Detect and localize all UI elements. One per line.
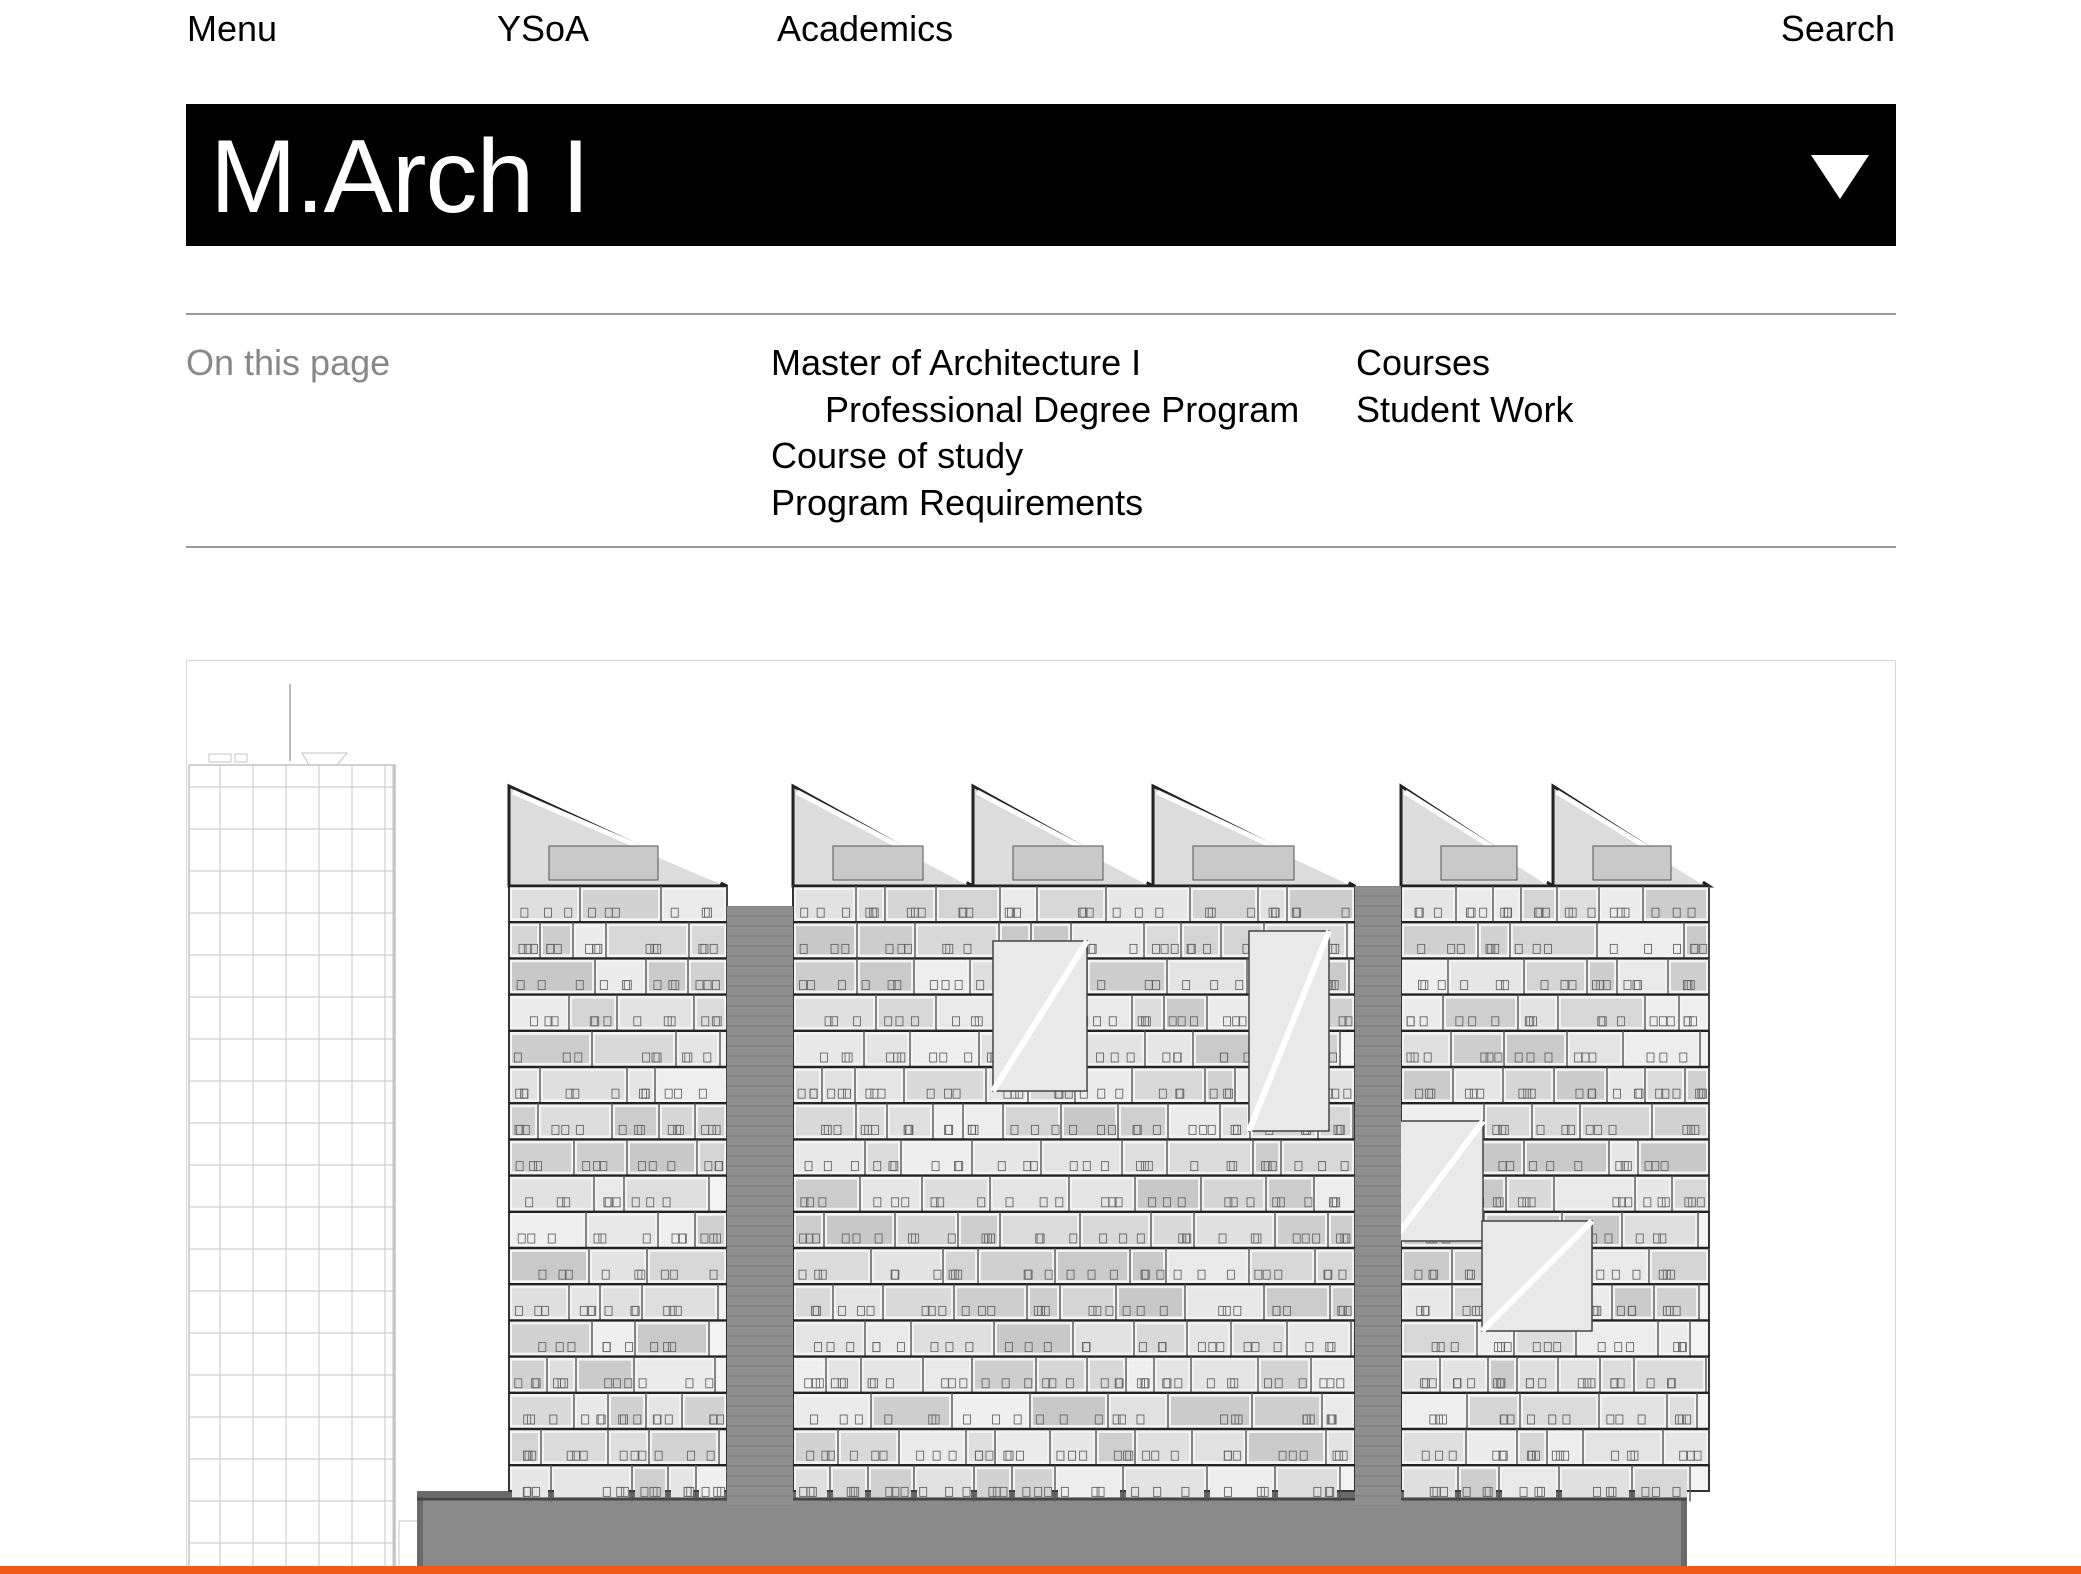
architectural-section-image: [186, 660, 1896, 1574]
divider-bottom: [186, 546, 1896, 548]
on-this-page-label: On this page: [186, 342, 391, 383]
toc-link-student-work[interactable]: Student Work: [1356, 387, 1573, 434]
background-tower: [188, 684, 420, 1573]
toc-link-master-of-architecture[interactable]: Master of Architecture I: [771, 340, 1299, 387]
academics-link[interactable]: Academics: [777, 8, 953, 50]
toc-column-2: Courses Student Work: [1356, 340, 1573, 433]
page-title: M.Arch I: [210, 119, 590, 235]
section-drawing: [188, 684, 1715, 1573]
podium: [417, 1491, 1687, 1573]
menu-link[interactable]: Menu: [187, 8, 277, 50]
toc-column-1: Master of Architecture I Professional De…: [771, 340, 1299, 526]
scroll-progress-bar: [0, 1566, 2081, 1574]
building-blocks: [508, 884, 1710, 1502]
roofline: [507, 783, 1715, 888]
top-nav: Menu YSoA Academics Search: [0, 8, 2081, 60]
triangle-down-icon[interactable]: [1808, 152, 1872, 202]
page-title-bar: M.Arch I: [186, 104, 1896, 246]
ysoa-link[interactable]: YSoA: [497, 8, 589, 50]
toc-link-course-of-study[interactable]: Course of study: [771, 433, 1299, 480]
toc-link-courses[interactable]: Courses: [1356, 340, 1573, 387]
divider-top: [186, 313, 1896, 315]
toc-link-professional-degree-program[interactable]: Professional Degree Program: [771, 387, 1299, 434]
toc-link-program-requirements[interactable]: Program Requirements: [771, 480, 1299, 527]
search-link[interactable]: Search: [1781, 8, 1895, 50]
